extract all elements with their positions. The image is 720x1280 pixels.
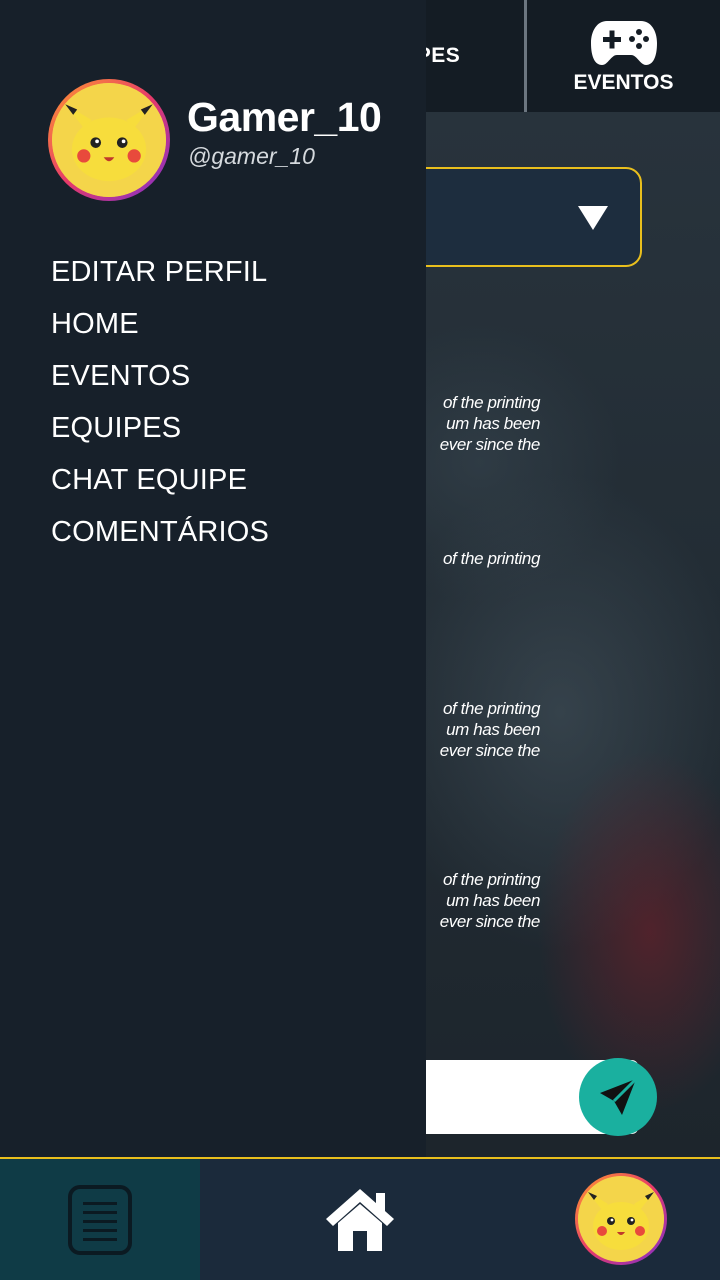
nav-menu-button[interactable] xyxy=(0,1159,200,1280)
tab-eventos-label: EVENTOS xyxy=(573,71,674,94)
side-drawer: Gamer_10 @gamer_10 EDITAR PERFIL HOME EV… xyxy=(0,0,426,1157)
menu-item-eventos[interactable]: EVENTOS xyxy=(51,356,269,408)
document-list-icon xyxy=(68,1184,132,1255)
pikachu-avatar xyxy=(52,83,166,197)
nav-profile-avatar[interactable] xyxy=(575,1173,667,1265)
gamepad-icon xyxy=(590,21,657,65)
menu-item-editar-perfil[interactable]: EDITAR PERFIL xyxy=(51,252,269,304)
menu-item-equipes[interactable]: EQUIPES xyxy=(51,408,269,460)
nav-home-button[interactable] xyxy=(300,1159,420,1280)
menu-item-comentarios[interactable]: COMENTÁRIOS xyxy=(51,512,269,564)
send-icon xyxy=(600,1077,638,1115)
profile-handle: @gamer_10 xyxy=(188,143,315,169)
send-button[interactable] xyxy=(579,1058,657,1136)
drawer-menu: EDITAR PERFIL HOME EVENTOS EQUIPES CHAT … xyxy=(51,252,269,564)
menu-item-chat-equipe[interactable]: CHAT EQUIPE xyxy=(51,460,269,512)
profile-avatar[interactable] xyxy=(48,79,170,201)
caret-down-icon xyxy=(578,206,608,230)
profile-username: Gamer_10 xyxy=(187,94,382,140)
bottom-navigation xyxy=(0,1157,720,1280)
tab-eventos[interactable]: EVENTOS xyxy=(527,0,720,112)
menu-item-home[interactable]: HOME xyxy=(51,304,269,356)
pikachu-avatar xyxy=(578,1176,664,1262)
home-icon xyxy=(326,1188,394,1251)
